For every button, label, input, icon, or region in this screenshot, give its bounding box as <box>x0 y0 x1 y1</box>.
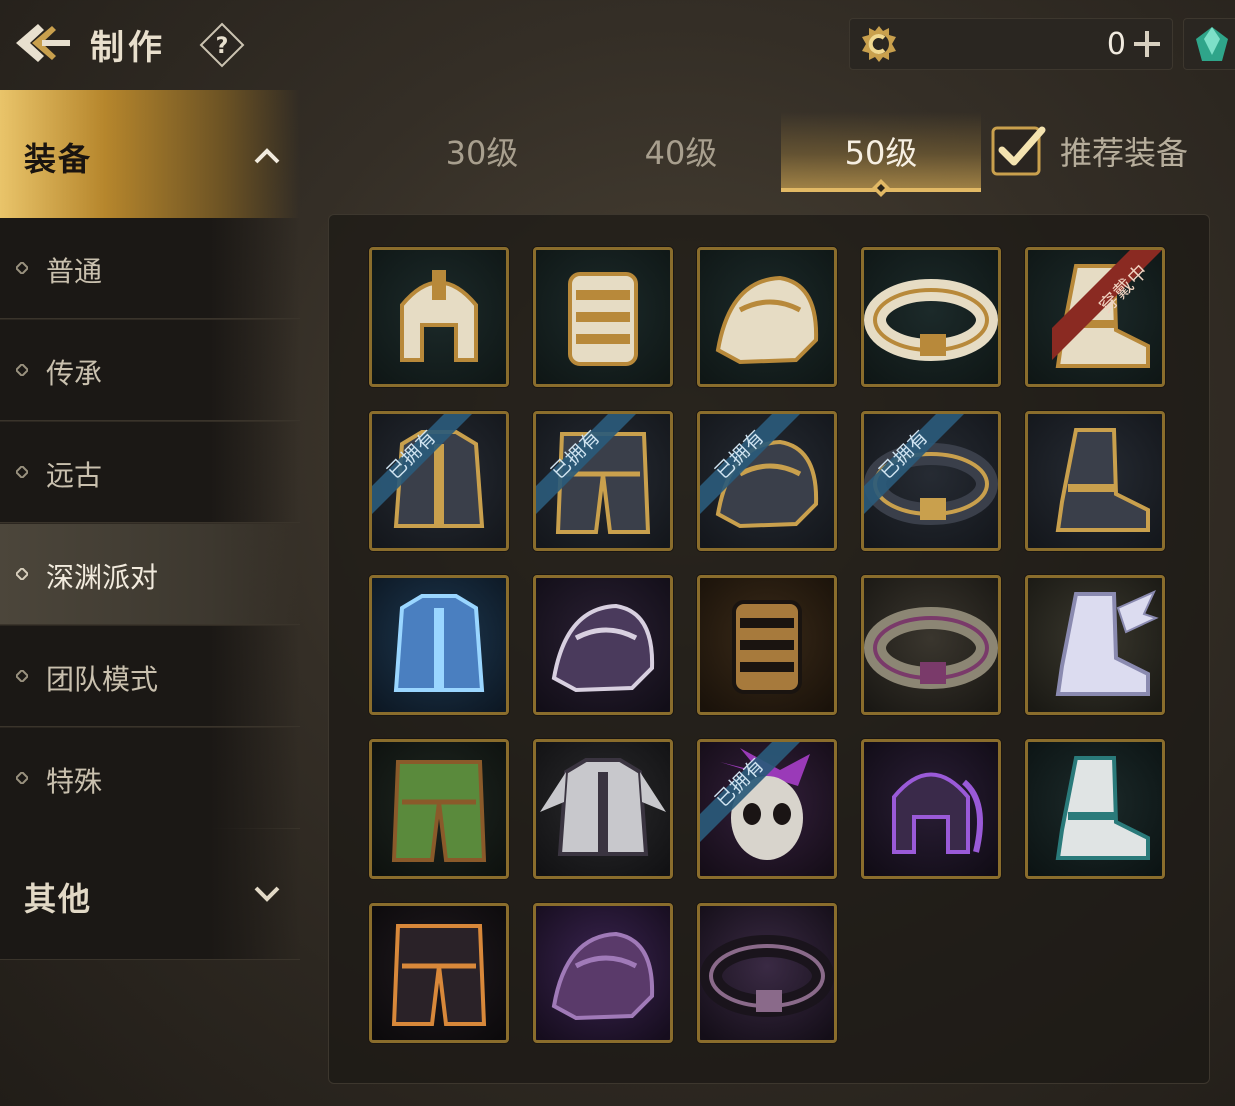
tab-level-50[interactable]: 50级 <box>781 112 981 197</box>
horned-helmet-icon <box>864 742 998 876</box>
sidebar-item-label: 传承 <box>46 357 103 390</box>
tab-level-40[interactable]: 40级 <box>581 112 781 192</box>
boots-icon <box>1028 250 1162 384</box>
chest-armor-icon <box>372 578 506 712</box>
leg-armor-icon <box>372 906 506 1040</box>
item-slot-boots[interactable]: 穿戴中 <box>1025 247 1165 387</box>
leg-armor-icon <box>372 742 506 876</box>
top-bar: 制作 ? 0 <box>0 0 1235 90</box>
active-tab-marker-icon <box>872 179 890 197</box>
item-slot-helmet[interactable] <box>369 247 509 387</box>
gem-display[interactable] <box>1183 18 1235 70</box>
shoulder-icon <box>700 250 834 384</box>
item-slot-boots[interactable] <box>1025 575 1165 715</box>
sidebar-item-abyss-party[interactable]: 深渊派对 <box>0 524 300 625</box>
sidebar-item-normal[interactable]: 普通 <box>0 218 300 319</box>
winged-boots-icon <box>1028 578 1162 712</box>
chevron-up-icon <box>254 148 280 164</box>
gold-coin-icon <box>860 25 898 63</box>
gauntlet-icon <box>536 250 670 384</box>
page-title: 制作 <box>90 28 166 68</box>
item-slot-belt[interactable]: 已拥有 <box>861 411 1001 551</box>
item-slot-gauntlet[interactable] <box>697 575 837 715</box>
sidebar-item-special[interactable]: 特殊 <box>0 728 300 829</box>
category-equipment[interactable]: 装备 <box>0 90 300 218</box>
item-slot-belt[interactable] <box>697 903 837 1043</box>
abyss-belt-icon <box>700 906 834 1040</box>
sidebar-item-label: 远古 <box>46 459 103 492</box>
sidebar-item-label: 深渊派对 <box>46 561 159 594</box>
sidebar-item-team-mode[interactable]: 团队模式 <box>0 626 300 727</box>
recommend-label: 推荐装备 <box>1060 134 1189 172</box>
belt-icon <box>864 414 998 548</box>
diamond-bullet-icon <box>16 670 28 682</box>
checkmark-icon <box>991 126 1046 176</box>
belt-icon <box>864 578 998 712</box>
item-slot-shoulder[interactable] <box>533 903 673 1043</box>
sidebar-item-legacy[interactable]: 传承 <box>0 320 300 421</box>
diamond-bullet-icon <box>16 466 28 478</box>
item-slot-leg-armor[interactable]: 已拥有 <box>533 411 673 551</box>
shoulder-icon <box>700 414 834 548</box>
dragon-shoulder-icon <box>536 906 670 1040</box>
item-slot-shoulder[interactable] <box>697 247 837 387</box>
boots-icon <box>1028 414 1162 548</box>
item-slot-belt[interactable] <box>861 247 1001 387</box>
item-slot-helmet[interactable] <box>861 739 1001 879</box>
item-slot-chest-armor[interactable] <box>369 575 509 715</box>
diamond-bullet-icon <box>16 262 28 274</box>
category-equipment-label: 装备 <box>24 140 93 178</box>
leg-armor-icon <box>536 414 670 548</box>
sidebar-item-label: 普通 <box>46 255 103 288</box>
item-slot-shoulder[interactable]: 已拥有 <box>697 411 837 551</box>
category-other-label: 其他 <box>24 880 93 918</box>
sneaker-icon <box>1028 742 1162 876</box>
help-icon[interactable]: ? <box>199 22 245 68</box>
item-slot-gauntlet[interactable] <box>533 247 673 387</box>
item-slot-leg-armor[interactable] <box>369 739 509 879</box>
back-arrow-icon[interactable] <box>12 18 72 68</box>
item-slot-mask[interactable]: 已拥有 <box>697 739 837 879</box>
tab-label: 50级 <box>844 134 918 172</box>
winged-chest-icon <box>536 742 670 876</box>
add-currency-button[interactable] <box>1128 25 1166 63</box>
tab-level-30[interactable]: 30级 <box>382 112 582 192</box>
tab-label: 30级 <box>445 134 519 172</box>
gauntlet-icon <box>700 578 834 712</box>
helmet-icon <box>372 250 506 384</box>
gem-icon <box>1194 25 1230 65</box>
item-slot-leg-armor[interactable] <box>369 903 509 1043</box>
sidebar-item-label: 特殊 <box>46 765 103 798</box>
belt-icon <box>864 250 998 384</box>
item-slot-chest-armor[interactable] <box>533 739 673 879</box>
chevron-down-icon <box>254 886 280 902</box>
tab-label: 40级 <box>644 134 718 172</box>
item-slot-belt[interactable] <box>861 575 1001 715</box>
item-grid-panel: 穿戴中 已拥有 已拥有 已拥有 已拥有 已拥有 <box>328 214 1210 1084</box>
sidebar-item-ancient[interactable]: 远古 <box>0 422 300 523</box>
sidebar-item-label: 团队模式 <box>46 663 159 696</box>
category-other[interactable]: 其他 <box>0 828 300 960</box>
item-slot-chest-armor[interactable]: 已拥有 <box>369 411 509 551</box>
item-slot-boots[interactable] <box>1025 739 1165 879</box>
diamond-bullet-icon <box>16 364 28 376</box>
currency-value: 0 <box>1106 27 1126 62</box>
item-slot-shoulder[interactable] <box>533 575 673 715</box>
skull-mask-icon <box>700 742 834 876</box>
category-sidebar: 装备 普通 传承 远古 深渊派对 团队模式 特殊 其他 <box>0 90 300 1106</box>
currency-display: 0 <box>849 18 1173 70</box>
shoulder-icon <box>536 578 670 712</box>
diamond-bullet-icon <box>16 772 28 784</box>
chest-armor-icon <box>372 414 506 548</box>
item-slot-boots[interactable] <box>1025 411 1165 551</box>
diamond-bullet-icon <box>16 568 28 580</box>
recommend-checkbox[interactable] <box>990 122 1046 178</box>
help-label: ? <box>216 34 229 59</box>
